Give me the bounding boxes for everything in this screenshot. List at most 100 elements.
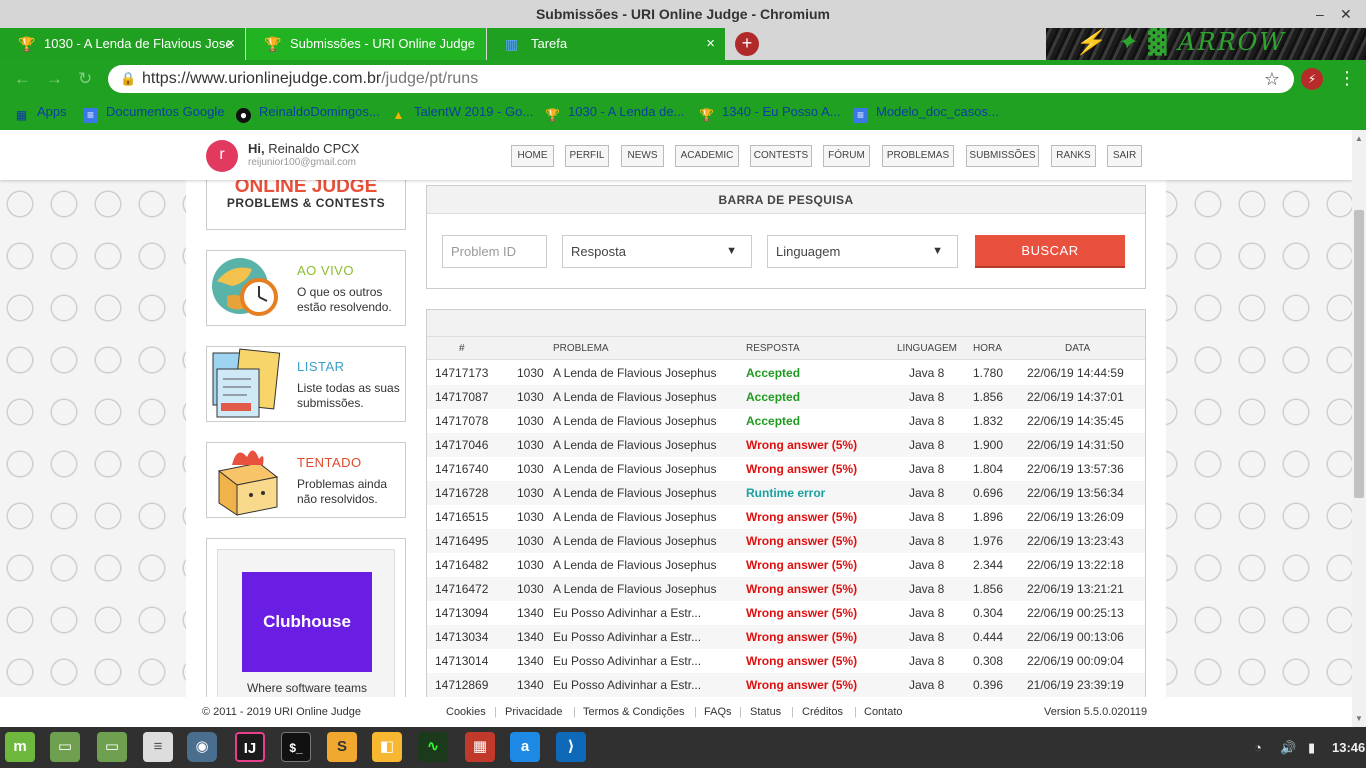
table-row[interactable]: 14717173 1030 A Lenda de Flavious Josephus… [427, 361, 1145, 385]
cell-status[interactable]: Wrong answer (5%) [746, 577, 857, 601]
nav-ranks[interactable]: RANKS [1051, 145, 1096, 167]
bookmark-github[interactable]: ● ReinaldoDomingos... [236, 98, 380, 125]
system-monitor-icon[interactable]: ∿ [418, 732, 448, 762]
reload-icon[interactable]: ↻ [78, 69, 92, 89]
cell-status[interactable]: Wrong answer (5%) [746, 649, 857, 673]
cell-problem-name[interactable]: Eu Posso Adivinhar a Estr... [553, 649, 701, 673]
cell-id[interactable]: 14713034 [435, 625, 488, 649]
language-select[interactable]: Linguagem ▼ [767, 235, 958, 268]
cell-status[interactable]: Accepted [746, 385, 800, 409]
chromium-icon[interactable]: ◉ [187, 732, 217, 762]
bookmark-star-icon[interactable]: ☆ [1264, 65, 1280, 93]
cell-status[interactable]: Accepted [746, 409, 800, 433]
wifi-icon[interactable]: ◔ [1254, 727, 1262, 768]
footer-link-faqs[interactable]: FAQs [704, 697, 732, 727]
nav-news[interactable]: NEWS [621, 145, 664, 167]
footer-link-contato[interactable]: Contato [864, 697, 903, 727]
cell-id[interactable]: 14713014 [435, 649, 488, 673]
cell-problem-name[interactable]: Eu Posso Adivinhar a Estr... [553, 625, 701, 649]
cell-problem-name[interactable]: A Lenda de Flavious Josephus [553, 505, 716, 529]
cell-problem-name[interactable]: A Lenda de Flavious Josephus [553, 553, 716, 577]
cell-problem-name[interactable]: Eu Posso Adivinhar a Estr... [553, 601, 701, 625]
nav-home[interactable]: HOME [511, 145, 554, 167]
mint-menu-icon[interactable]: m [5, 732, 35, 762]
menu-icon[interactable]: ⋮ [1338, 68, 1356, 89]
scrollbar-thumb[interactable] [1354, 210, 1364, 498]
minimize-icon[interactable]: – [1316, 0, 1324, 28]
cell-status[interactable]: Wrong answer (5%) [746, 457, 857, 481]
tab-close-icon[interactable]: × [226, 28, 235, 60]
volume-icon[interactable]: 🔊 [1280, 727, 1296, 768]
table-row[interactable]: 14716740 1030 A Lenda de Flavious Josephus… [427, 457, 1145, 481]
scroll-up-icon[interactable]: ▲ [1355, 134, 1363, 143]
cell-status[interactable]: Wrong answer (5%) [746, 625, 857, 649]
bookmark-docs[interactable]: ≡ Documentos Google [83, 98, 225, 125]
footer-link-status[interactable]: Status [750, 697, 781, 727]
nav-academic[interactable]: ACADEMIC [675, 145, 739, 167]
footer-link-termos[interactable]: Termos & Condições [583, 697, 685, 727]
slides-icon[interactable]: ◧ [372, 732, 402, 762]
nav-submissoes[interactable]: SUBMISSÕES [966, 145, 1039, 167]
cell-status[interactable]: Runtime error [746, 481, 825, 505]
cell-status[interactable]: Wrong answer (5%) [746, 673, 857, 697]
cell-status[interactable]: Wrong answer (5%) [746, 505, 857, 529]
cell-problem-name[interactable]: A Lenda de Flavious Josephus [553, 577, 716, 601]
cell-problem-name[interactable]: A Lenda de Flavious Josephus [553, 409, 716, 433]
problem-id-input[interactable]: Problem ID [442, 235, 547, 268]
cell-id[interactable]: 14717173 [435, 361, 488, 385]
cell-id[interactable]: 14716728 [435, 481, 488, 505]
tab-1030[interactable]: 🏆 1030 - A Lenda de Flavious Jose × [0, 28, 245, 60]
translate-icon[interactable]: a [510, 732, 540, 762]
intellij-icon[interactable]: IJ [235, 732, 265, 762]
new-tab-button[interactable]: + [735, 32, 759, 56]
footer-link-creditos[interactable]: Créditos [802, 697, 843, 727]
cell-id[interactable]: 14716495 [435, 529, 488, 553]
text-editor-icon[interactable]: ≡ [143, 732, 173, 762]
footer-link-cookies[interactable]: Cookies [446, 697, 486, 727]
nav-forum[interactable]: FÓRUM [823, 145, 870, 167]
tab-close-icon[interactable]: × [706, 28, 715, 60]
back-icon[interactable]: ← [14, 69, 31, 89]
battery-icon[interactable]: ▮ [1308, 727, 1315, 768]
folder-icon[interactable]: ▭ [50, 732, 80, 762]
sponsor-ad[interactable]: Clubhouse Where software teams [206, 538, 406, 697]
table-row[interactable]: 14713014 1340 Eu Posso Adivinhar a Estr...… [427, 649, 1145, 673]
cell-id[interactable]: 14716472 [435, 577, 488, 601]
cell-problem-name[interactable]: A Lenda de Flavious Josephus [553, 385, 716, 409]
close-window-icon[interactable]: ✕ [1340, 0, 1352, 28]
answer-select[interactable]: Resposta ▼ [562, 235, 752, 268]
bookmark-apps[interactable]: ▦ Apps [14, 98, 67, 125]
page-scrollbar[interactable]: ▲ ▼ [1352, 130, 1366, 727]
table-row[interactable]: 14712869 1340 Eu Posso Adivinhar a Estr...… [427, 673, 1145, 697]
cell-id[interactable]: 14717078 [435, 409, 488, 433]
table-row[interactable]: 14717046 1030 A Lenda de Flavious Josephus… [427, 433, 1145, 457]
table-row[interactable]: 14716472 1030 A Lenda de Flavious Josephus… [427, 577, 1145, 601]
search-button[interactable]: BUSCAR [975, 235, 1125, 268]
nav-sair[interactable]: SAIR [1107, 145, 1142, 167]
cell-problem-name[interactable]: A Lenda de Flavious Josephus [553, 433, 716, 457]
nav-contests[interactable]: CONTESTS [750, 145, 812, 167]
cell-status[interactable]: Accepted [746, 361, 800, 385]
table-row[interactable]: 14716728 1030 A Lenda de Flavious Josephus… [427, 481, 1145, 505]
bookmark-1340[interactable]: 🏆 1340 - Eu Posso A... [699, 98, 841, 125]
table-row[interactable]: 14713094 1340 Eu Posso Adivinhar a Estr...… [427, 601, 1145, 625]
nav-perfil[interactable]: PERFIL [565, 145, 609, 167]
scroll-down-icon[interactable]: ▼ [1355, 714, 1363, 723]
footer-link-privacidade[interactable]: Privacidade [505, 697, 562, 727]
table-row[interactable]: 14713034 1340 Eu Posso Adivinhar a Estr...… [427, 625, 1145, 649]
tab-tarefa[interactable]: ▥ Tarefa × [487, 28, 725, 60]
bookmark-drive[interactable]: ▲ TalentW 2019 - Go... [391, 98, 534, 125]
cell-status[interactable]: Wrong answer (5%) [746, 529, 857, 553]
cell-id[interactable]: 14716740 [435, 457, 488, 481]
tab-submissoes[interactable]: 🏆 Submissões - URI Online Judge [246, 28, 486, 60]
cell-status[interactable]: Wrong answer (5%) [746, 553, 857, 577]
cell-id[interactable]: 14716515 [435, 505, 488, 529]
cell-id[interactable]: 14717046 [435, 433, 488, 457]
card-tentado[interactable]: TENTADO Problemas ainda não resolvidos. [206, 442, 406, 518]
bookmark-1030[interactable]: 🏆 1030 - A Lenda de... [545, 98, 684, 125]
terminal-icon[interactable]: $_ [281, 732, 311, 762]
site-logo[interactable]: ONLINE JUDGE PROBLEMS & CONTESTS [206, 180, 406, 230]
card-ao-vivo[interactable]: AO VIVO O que os outros estão resolvendo… [206, 250, 406, 326]
table-row[interactable]: 14717087 1030 A Lenda de Flavious Josephus… [427, 385, 1145, 409]
cell-id[interactable]: 14717087 [435, 385, 488, 409]
